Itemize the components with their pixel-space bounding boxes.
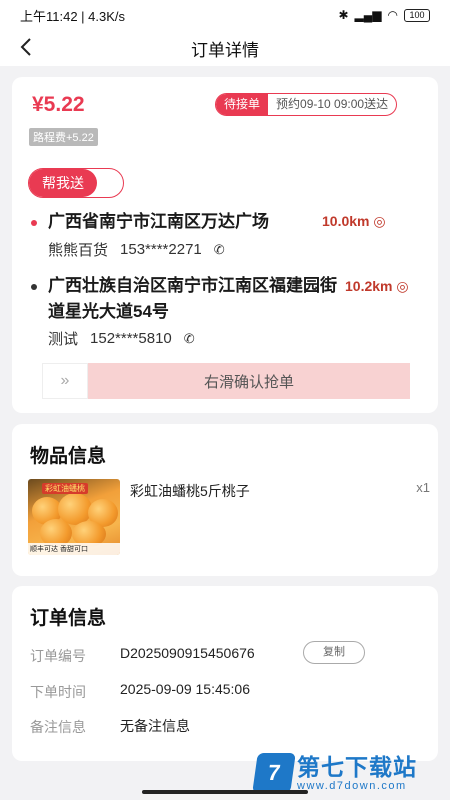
status-icons: ✱ ▂▄▆ ◠ 100 [338,8,430,22]
pickup-distance-text: 10.0km [322,213,370,229]
dropoff-address: 广西壮族自治区南宁市江南区福建园街道星光大道54号 [48,276,337,321]
dropoff-distance-text: 10.2km [345,278,393,294]
dropoff-phone: 152****5810 [90,330,172,347]
copy-button[interactable]: 复制 [303,641,365,664]
order-info-card: 订单信息 订单编号 D2025090915450676 复制 下单时间 2025… [12,586,438,761]
location-pin-icon: ◎ [396,278,409,294]
status-tags: 待接单 预约09-10 09:00送达 [215,93,398,116]
nav-bar: 订单详情 [0,30,450,66]
schedule-badge: 预约09-10 09:00送达 [276,97,389,111]
goods-card: 物品信息 彩虹油蟠桃 顺丰可达 香甜可口 彩虹油蟠桃5斤桃子 x1 [12,424,438,576]
fee-badge: 路程费+5.22 [29,128,98,146]
order-time-label: 下单时间 [30,684,86,700]
order-number-label: 订单编号 [30,648,86,664]
pickup-address: 广西省南宁市江南区万达广场 [48,212,269,231]
dropoff-name: 测试 [48,331,79,348]
slider-label: 右滑确认抢单 [203,373,294,391]
watermark-text: 第七下载站 www.d7down.com [297,754,417,792]
image-footer: 顺丰可达 香甜可口 [28,543,120,555]
pickup-contact: 熊熊百货 153****2271 ✆ [48,239,225,260]
pickup-phone: 153****2271 [120,241,202,258]
wifi-icon: ◠ [387,8,398,22]
phone-icon[interactable]: ✆ [214,242,225,258]
dropoff-distance: 10.2km ◎ [345,278,409,295]
slider-handle[interactable]: » [42,363,88,399]
back-arrow-icon[interactable] [16,36,38,58]
remark-value: 无备注信息 [120,718,190,734]
order-price: ¥5.22 [32,93,85,116]
remark-label: 备注信息 [30,719,86,735]
pickup-name: 熊熊百货 [48,242,109,259]
help-deliver-toggle[interactable]: 帮我送 [28,168,124,198]
home-indicator[interactable] [142,790,308,794]
watermark-name: 第七下载站 [297,754,417,780]
grab-order-slider[interactable]: » 右滑确认抢单 [42,363,410,399]
order-number-value: D2025090915450676 [120,645,255,661]
double-chevron-right-icon: » [60,372,70,389]
order-time-value: 2025-09-09 15:45:06 [120,681,250,697]
location-pin-icon: ◎ [373,213,386,229]
goods-section-title: 物品信息 [30,446,107,467]
status-bar: 上午11:42 | 4.3K/s ✱ ▂▄▆ ◠ 100 [0,0,450,30]
item-name: 彩虹油蟠桃5斤桃子 [130,483,250,499]
dropoff-dot-icon [31,284,37,290]
status-time: 上午11:42 | 4.3K/s [20,8,126,24]
battery-icon: 100 [404,8,430,22]
watermark-url: www.d7down.com [297,780,407,792]
pickup-dot-icon [31,220,37,226]
product-image[interactable]: 彩虹油蟠桃 顺丰可达 香甜可口 [28,479,120,555]
status-badge: 待接单 [216,94,269,115]
page-title: 订单详情 [191,40,259,60]
order-card: ¥5.22 路程费+5.22 待接单 预约09-10 09:00送达 帮我送 广… [12,77,438,413]
image-banner: 彩虹油蟠桃 [42,483,88,494]
help-deliver-label: 帮我送 [29,169,97,197]
bluetooth-icon: ✱ [338,8,349,22]
phone-icon[interactable]: ✆ [184,331,195,347]
info-section-title: 订单信息 [30,608,107,629]
dropoff-contact: 测试 152****5810 ✆ [48,328,195,349]
signal-icon: ▂▄▆ [354,8,382,22]
slider-track[interactable]: 右滑确认抢单 [88,363,410,399]
pickup-distance: 10.0km ◎ [322,213,386,230]
item-quantity: x1 [416,480,430,495]
watermark-logo: 7 [252,753,296,793]
